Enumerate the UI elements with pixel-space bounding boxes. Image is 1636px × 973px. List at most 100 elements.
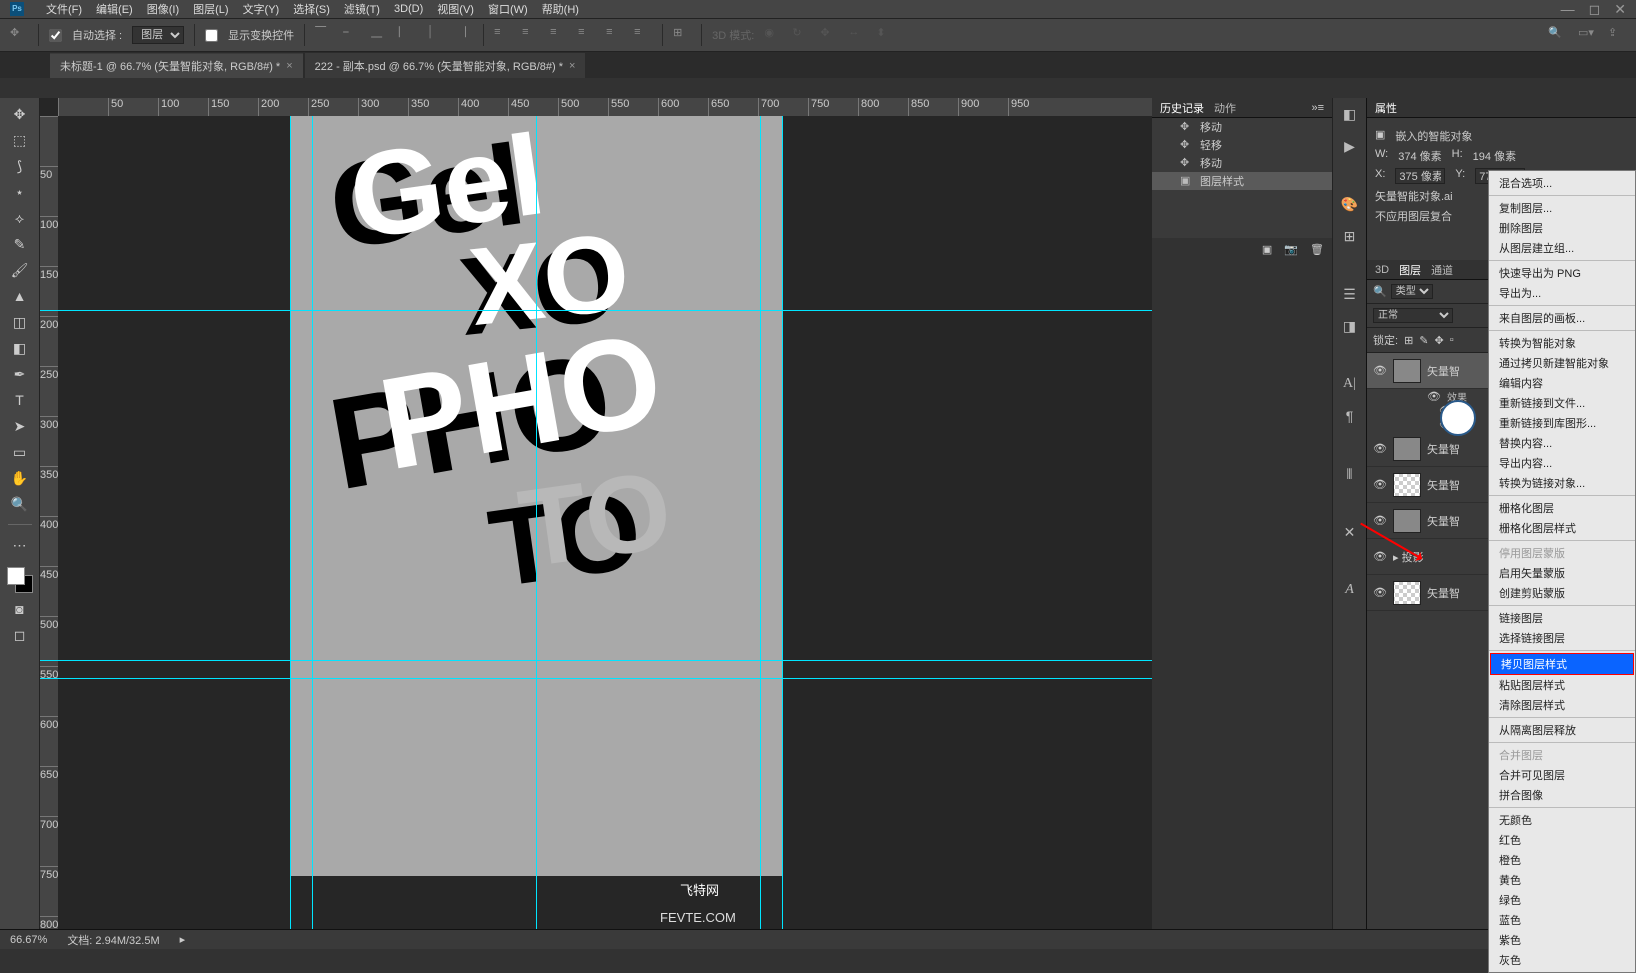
move-tool-icon[interactable]: ✥ — [10, 26, 28, 44]
tab-properties[interactable]: 属性 — [1375, 100, 1397, 116]
context-menu-item[interactable]: 橙色 — [1489, 850, 1635, 870]
marquee-tool[interactable]: ⬚ — [8, 130, 32, 150]
stamp-tool[interactable]: ▲ — [8, 286, 32, 306]
lock-pixels-icon[interactable]: ⊞ — [1404, 334, 1413, 347]
layer-thumbnail[interactable] — [1393, 437, 1421, 461]
doc-size[interactable]: 文档: 2.94M/32.5M — [67, 932, 159, 948]
context-menu-item[interactable]: 选择链接图层 — [1489, 628, 1635, 648]
context-menu-item[interactable]: 链接图层 — [1489, 608, 1635, 628]
align-right-icon[interactable]: ⎹ — [455, 26, 473, 44]
menu-text[interactable]: 文字(Y) — [243, 1, 280, 17]
ruler-horizontal[interactable]: 5010015020025030035040045050055060065070… — [58, 98, 1152, 116]
share-icon[interactable]: ⇪ — [1608, 26, 1626, 44]
brush-tool[interactable]: 🖌 — [8, 260, 32, 280]
context-menu-item[interactable]: 删除图层 — [1489, 218, 1635, 238]
panel-icon-play[interactable]: ▶ — [1341, 138, 1359, 156]
ruler-vertical[interactable]: 5010015020025030035040045050055060065070… — [40, 116, 58, 929]
tab-actions[interactable]: 动作 — [1214, 100, 1236, 116]
context-menu-item[interactable]: 粘贴图层样式 — [1489, 675, 1635, 695]
distribute-icon3[interactable]: ≡ — [550, 26, 568, 44]
show-transform-checkbox[interactable] — [205, 29, 218, 42]
tab-close-icon[interactable]: × — [569, 60, 575, 72]
search-icon[interactable]: 🔍 — [1548, 26, 1566, 44]
auto-select-checkbox[interactable] — [49, 29, 62, 42]
visibility-icon[interactable]: 👁 — [1373, 586, 1387, 599]
trash-icon[interactable]: 🗑 — [1310, 243, 1324, 256]
panel-icon-styles[interactable]: ◨ — [1341, 318, 1359, 336]
context-menu-item[interactable]: 转换为智能对象 — [1489, 333, 1635, 353]
context-menu-item[interactable]: 拼合图像 — [1489, 785, 1635, 805]
menu-window[interactable]: 窗口(W) — [488, 1, 528, 17]
align-top-icon[interactable]: ⎺ — [315, 26, 333, 44]
visibility-icon[interactable]: 👁 — [1373, 514, 1387, 527]
context-menu-item[interactable]: 红色 — [1489, 830, 1635, 850]
context-menu-item[interactable]: 混合选项... — [1489, 173, 1635, 193]
workspace-icon[interactable]: ▭▾ — [1578, 26, 1596, 44]
menu-help[interactable]: 帮助(H) — [542, 1, 579, 17]
auto-select-dropdown[interactable]: 图层 — [132, 26, 184, 44]
align-bottom-icon[interactable]: ⎽ — [371, 26, 389, 44]
context-menu-item[interactable]: 重新链接到文件... — [1489, 393, 1635, 413]
visibility-icon[interactable]: 👁 — [1427, 390, 1441, 403]
context-menu-item[interactable]: 栅格化图层 — [1489, 498, 1635, 518]
x-input[interactable] — [1395, 168, 1445, 184]
fg-color[interactable] — [7, 567, 25, 585]
visibility-icon[interactable]: 👁 — [1373, 478, 1387, 491]
context-menu-item[interactable]: 蓝色 — [1489, 910, 1635, 930]
wand-tool[interactable]: ⋆ — [8, 182, 32, 202]
history-item[interactable]: ✥移动 — [1152, 154, 1332, 172]
context-menu-item[interactable]: 重新链接到库图形... — [1489, 413, 1635, 433]
tab-history[interactable]: 历史记录 — [1160, 100, 1204, 116]
align-hmid-icon[interactable]: │ — [427, 26, 445, 44]
visibility-icon[interactable]: 👁 — [1373, 364, 1387, 377]
context-menu-item[interactable]: 清除图层样式 — [1489, 695, 1635, 715]
context-menu-item[interactable]: 合并可见图层 — [1489, 765, 1635, 785]
context-menu-item[interactable]: 绿色 — [1489, 890, 1635, 910]
context-menu-item[interactable]: 编辑内容 — [1489, 373, 1635, 393]
context-menu-item[interactable]: 从图层建立组... — [1489, 238, 1635, 258]
visibility-icon[interactable]: 👁 — [1373, 550, 1387, 563]
history-item[interactable]: ✥轻移 — [1152, 136, 1332, 154]
lasso-tool[interactable]: ⟆ — [8, 156, 32, 176]
menu-3d[interactable]: 3D(D) — [394, 3, 423, 15]
panel-icon-adjust[interactable]: ☰ — [1341, 286, 1359, 304]
panel-icon-para[interactable]: ¶ — [1341, 408, 1359, 426]
document-tab-1[interactable]: 未标题-1 @ 66.7% (矢量智能对象, RGB/8#) * × — [50, 53, 303, 78]
menu-layer[interactable]: 图层(L) — [193, 1, 228, 17]
menu-image[interactable]: 图像(I) — [147, 1, 179, 17]
context-menu-item[interactable]: 紫色 — [1489, 930, 1635, 950]
history-item[interactable]: ✥移动 — [1152, 118, 1332, 136]
minimize-icon[interactable]: — — [1561, 1, 1575, 18]
distribute-icon5[interactable]: ≡ — [606, 26, 624, 44]
visibility-icon[interactable]: 👁 — [1373, 442, 1387, 455]
distribute-icon6[interactable]: ≡ — [634, 26, 652, 44]
shape-tool[interactable]: ▭ — [8, 442, 32, 462]
lock-artboard-icon[interactable]: ▫ — [1450, 334, 1454, 346]
align-vmid-icon[interactable]: ⎯ — [343, 26, 361, 44]
context-menu-item[interactable]: 导出内容... — [1489, 453, 1635, 473]
context-menu-item[interactable]: 无颜色 — [1489, 810, 1635, 830]
menu-edit[interactable]: 编辑(E) — [96, 1, 133, 17]
lock-brush-icon[interactable]: ✎ — [1419, 334, 1428, 347]
zoom-level[interactable]: 66.67% — [10, 934, 47, 946]
filter-dropdown[interactable]: 类型 — [1391, 284, 1433, 299]
eyedropper-tool[interactable]: ✎ — [8, 234, 32, 254]
panel-icon-color[interactable]: 🎨 — [1341, 196, 1359, 214]
pen-tool[interactable]: ✒ — [8, 364, 32, 384]
context-menu-item[interactable]: 复制图层... — [1489, 198, 1635, 218]
menu-file[interactable]: 文件(F) — [46, 1, 82, 17]
panel-icon-swatches[interactable]: ⊞ — [1341, 228, 1359, 246]
type-tool[interactable]: T — [8, 390, 32, 410]
gradient-tool[interactable]: ◧ — [8, 338, 32, 358]
panel-icon-align[interactable]: ⫴ — [1341, 466, 1359, 484]
context-menu-item[interactable]: 转换为链接对象... — [1489, 473, 1635, 493]
layer-thumbnail[interactable] — [1393, 359, 1421, 383]
camera-icon[interactable]: 📷 — [1284, 243, 1298, 256]
zoom-tool[interactable]: 🔍 — [8, 494, 32, 514]
edit-toolbar[interactable]: ⋯ — [8, 535, 32, 555]
menu-select[interactable]: 选择(S) — [293, 1, 330, 17]
status-chevron-icon[interactable]: ▸ — [180, 933, 186, 946]
layer-thumbnail[interactable] — [1393, 509, 1421, 533]
lock-move-icon[interactable]: ✥ — [1435, 334, 1444, 347]
panel-icon-tools[interactable]: ✕ — [1341, 524, 1359, 542]
